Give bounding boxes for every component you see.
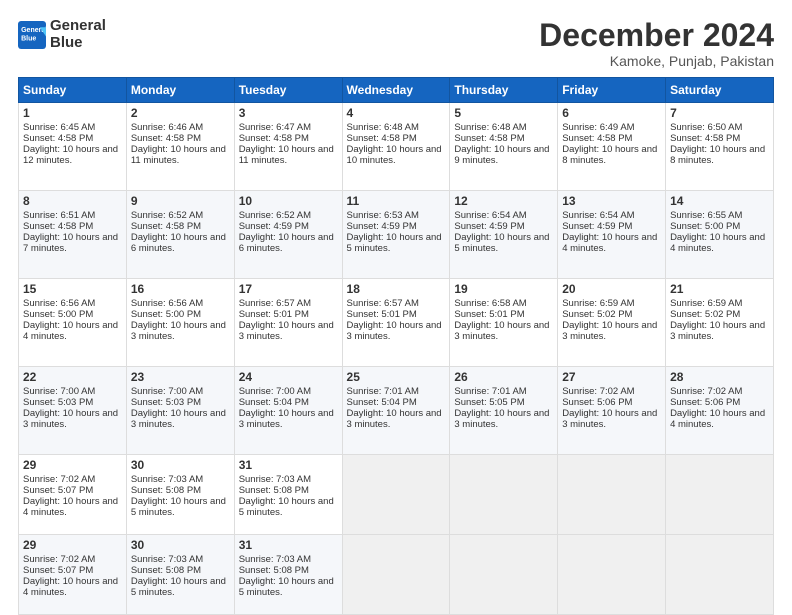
table-row: 29Sunrise: 7:02 AMSunset: 5:07 PMDayligh… xyxy=(19,535,127,615)
header-wednesday: Wednesday xyxy=(342,78,450,103)
table-row: 6Sunrise: 6:49 AMSunset: 4:58 PMDaylight… xyxy=(558,103,666,191)
table-row: 9Sunrise: 6:52 AMSunset: 4:58 PMDaylight… xyxy=(126,191,234,279)
table-row: 13Sunrise: 6:54 AMSunset: 4:59 PMDayligh… xyxy=(558,191,666,279)
title-block: December 2024 Kamoke, Punjab, Pakistan xyxy=(539,18,774,69)
calendar-row-0: 1Sunrise: 6:45 AMSunset: 4:58 PMDaylight… xyxy=(19,103,774,191)
table-row: 30Sunrise: 7:03 AMSunset: 5:08 PMDayligh… xyxy=(126,455,234,535)
page: General Blue General Blue December 2024 … xyxy=(0,0,792,612)
calendar-row-5: 29Sunrise: 7:02 AMSunset: 5:07 PMDayligh… xyxy=(19,535,774,615)
table-row xyxy=(342,455,450,535)
header-saturday: Saturday xyxy=(666,78,774,103)
table-row: 19Sunrise: 6:58 AMSunset: 5:01 PMDayligh… xyxy=(450,279,558,367)
location-title: Kamoke, Punjab, Pakistan xyxy=(539,53,774,69)
header-sunday: Sunday xyxy=(19,78,127,103)
table-row: 12Sunrise: 6:54 AMSunset: 4:59 PMDayligh… xyxy=(450,191,558,279)
header-friday: Friday xyxy=(558,78,666,103)
table-row: 25Sunrise: 7:01 AMSunset: 5:04 PMDayligh… xyxy=(342,367,450,455)
table-row xyxy=(450,455,558,535)
table-row: 27Sunrise: 7:02 AMSunset: 5:06 PMDayligh… xyxy=(558,367,666,455)
table-row: 11Sunrise: 6:53 AMSunset: 4:59 PMDayligh… xyxy=(342,191,450,279)
table-row: 29Sunrise: 7:02 AMSunset: 5:07 PMDayligh… xyxy=(19,455,127,535)
header-thursday: Thursday xyxy=(450,78,558,103)
table-row xyxy=(666,535,774,615)
table-row: 4Sunrise: 6:48 AMSunset: 4:58 PMDaylight… xyxy=(342,103,450,191)
table-row: 14Sunrise: 6:55 AMSunset: 5:00 PMDayligh… xyxy=(666,191,774,279)
table-row xyxy=(342,535,450,615)
logo-icon: General Blue xyxy=(18,21,46,49)
table-row: 20Sunrise: 6:59 AMSunset: 5:02 PMDayligh… xyxy=(558,279,666,367)
table-row: 1Sunrise: 6:45 AMSunset: 4:58 PMDaylight… xyxy=(19,103,127,191)
table-row: 30Sunrise: 7:03 AMSunset: 5:08 PMDayligh… xyxy=(126,535,234,615)
table-row: 17Sunrise: 6:57 AMSunset: 5:01 PMDayligh… xyxy=(234,279,342,367)
table-row: 8Sunrise: 6:51 AMSunset: 4:58 PMDaylight… xyxy=(19,191,127,279)
table-row: 21Sunrise: 6:59 AMSunset: 5:02 PMDayligh… xyxy=(666,279,774,367)
table-row: 22Sunrise: 7:00 AMSunset: 5:03 PMDayligh… xyxy=(19,367,127,455)
calendar-row-1: 8Sunrise: 6:51 AMSunset: 4:58 PMDaylight… xyxy=(19,191,774,279)
table-row: 26Sunrise: 7:01 AMSunset: 5:05 PMDayligh… xyxy=(450,367,558,455)
table-row: 3Sunrise: 6:47 AMSunset: 4:58 PMDaylight… xyxy=(234,103,342,191)
logo-text: General Blue xyxy=(50,18,106,51)
calendar-header-row: Sunday Monday Tuesday Wednesday Thursday… xyxy=(19,78,774,103)
table-row xyxy=(558,535,666,615)
table-row: 5Sunrise: 6:48 AMSunset: 4:58 PMDaylight… xyxy=(450,103,558,191)
table-row: 2Sunrise: 6:46 AMSunset: 4:58 PMDaylight… xyxy=(126,103,234,191)
table-row: 7Sunrise: 6:50 AMSunset: 4:58 PMDaylight… xyxy=(666,103,774,191)
header: General Blue General Blue December 2024 … xyxy=(18,18,774,69)
calendar-row-4: 29Sunrise: 7:02 AMSunset: 5:07 PMDayligh… xyxy=(19,455,774,535)
calendar-row-3: 22Sunrise: 7:00 AMSunset: 5:03 PMDayligh… xyxy=(19,367,774,455)
table-row: 31Sunrise: 7:03 AMSunset: 5:08 PMDayligh… xyxy=(234,455,342,535)
logo: General Blue General Blue xyxy=(18,18,106,51)
table-row xyxy=(558,455,666,535)
table-row: 24Sunrise: 7:00 AMSunset: 5:04 PMDayligh… xyxy=(234,367,342,455)
table-row: 28Sunrise: 7:02 AMSunset: 5:06 PMDayligh… xyxy=(666,367,774,455)
table-row xyxy=(666,455,774,535)
table-row: 18Sunrise: 6:57 AMSunset: 5:01 PMDayligh… xyxy=(342,279,450,367)
table-row: 23Sunrise: 7:00 AMSunset: 5:03 PMDayligh… xyxy=(126,367,234,455)
table-row xyxy=(450,535,558,615)
table-row: 31Sunrise: 7:03 AMSunset: 5:08 PMDayligh… xyxy=(234,535,342,615)
calendar-row-2: 15Sunrise: 6:56 AMSunset: 5:00 PMDayligh… xyxy=(19,279,774,367)
svg-text:Blue: Blue xyxy=(21,35,36,42)
header-tuesday: Tuesday xyxy=(234,78,342,103)
month-title: December 2024 xyxy=(539,18,774,53)
table-row: 10Sunrise: 6:52 AMSunset: 4:59 PMDayligh… xyxy=(234,191,342,279)
table-row: 15Sunrise: 6:56 AMSunset: 5:00 PMDayligh… xyxy=(19,279,127,367)
table-row: 16Sunrise: 6:56 AMSunset: 5:00 PMDayligh… xyxy=(126,279,234,367)
header-monday: Monday xyxy=(126,78,234,103)
calendar-table: Sunday Monday Tuesday Wednesday Thursday… xyxy=(18,77,774,615)
